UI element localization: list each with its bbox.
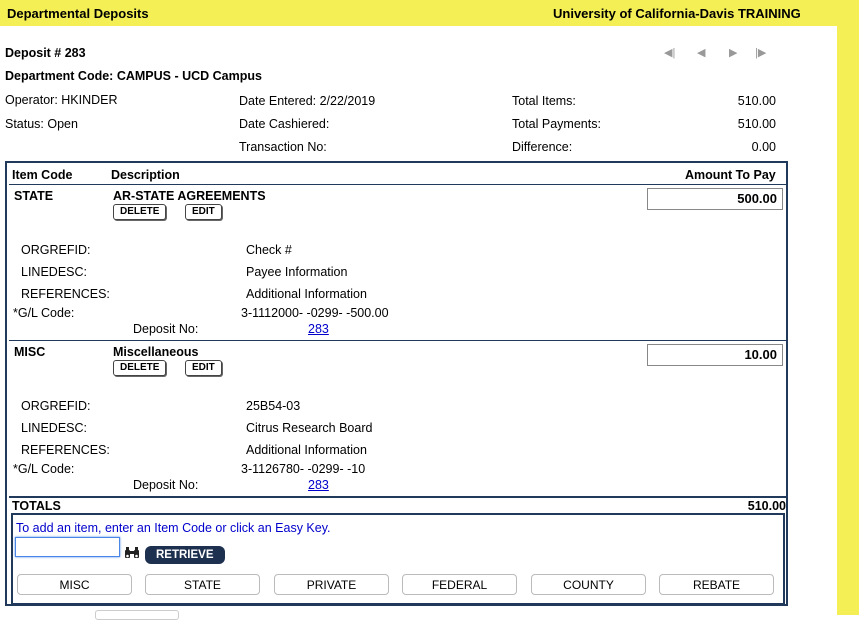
item-code: MISC <box>14 345 46 359</box>
app-title: Departmental Deposits <box>7 6 149 21</box>
references-label: REFERENCES: <box>21 287 110 301</box>
partial-bottom-button[interactable] <box>95 610 179 620</box>
first-record-icon[interactable]: ◀| <box>664 46 675 59</box>
retrieve-button[interactable]: RETRIEVE <box>145 546 225 564</box>
easy-key-private[interactable]: PRIVATE <box>274 574 389 595</box>
org-title: University of California-Davis TRAINING <box>553 6 801 21</box>
easy-key-federal[interactable]: FEDERAL <box>402 574 517 595</box>
orgrefid-label: ORGREFID: <box>21 243 91 257</box>
totals-value: 510.00 <box>747 499 786 513</box>
add-item-hint: To add an item, enter an Item Code or cl… <box>16 521 331 535</box>
references-value: Additional Information <box>246 443 367 457</box>
orgrefid-label: ORGREFID: <box>21 399 91 413</box>
edit-button[interactable]: EDIT <box>185 204 222 220</box>
total-items-value: 510.00 <box>737 94 776 108</box>
prev-record-icon[interactable]: ◀ <box>697 46 705 59</box>
orgrefid-value: 25B54-03 <box>246 399 301 413</box>
item-description: Miscellaneous <box>113 345 199 359</box>
date-cashiered: Date Cashiered: <box>239 117 330 131</box>
next-record-icon[interactable]: ▶ <box>729 46 737 59</box>
linedesc-value: Citrus Research Board <box>246 421 373 435</box>
easy-key-misc[interactable]: MISC <box>17 574 132 595</box>
delete-button[interactable]: DELETE <box>113 360 167 376</box>
deposit-number: Deposit # 283 <box>5 46 86 60</box>
operator: Operator: HKINDER <box>5 93 118 107</box>
linedesc-label: LINEDESC: <box>21 265 87 279</box>
amount-input[interactable]: 500.00 <box>647 188 783 210</box>
item-code: STATE <box>14 189 54 203</box>
right-yellow-strip <box>837 0 859 615</box>
references-label: REFERENCES: <box>21 443 110 457</box>
total-items-label: Total Items: <box>512 94 576 108</box>
totals-label: TOTALS <box>12 499 61 513</box>
orgrefid-value: Check # <box>246 243 292 257</box>
transaction-no: Transaction No: <box>239 140 327 154</box>
amount-input[interactable]: 10.00 <box>647 344 783 366</box>
col-item-code: Item Code <box>12 168 73 182</box>
difference-value: 0.00 <box>751 140 776 154</box>
gl-code-label: *G/L Code: <box>13 462 75 476</box>
linedesc-label: LINEDESC: <box>21 421 87 435</box>
deposit-no-link[interactable]: 283 <box>308 478 329 492</box>
col-amount: Amount To Pay <box>685 168 776 182</box>
easy-key-county[interactable]: COUNTY <box>531 574 646 595</box>
total-payments-value: 510.00 <box>737 117 776 131</box>
col-description: Description <box>111 168 180 182</box>
easy-key-state[interactable]: STATE <box>145 574 260 595</box>
header-divider <box>9 184 786 185</box>
date-entered: Date Entered: 2/22/2019 <box>239 94 376 108</box>
deposit-no-link[interactable]: 283 <box>308 322 329 336</box>
deposit-no-label: Deposit No: <box>133 478 199 492</box>
item-divider <box>9 340 786 341</box>
gl-code-label: *G/L Code: <box>13 306 75 320</box>
deposit-no-label: Deposit No: <box>133 322 199 336</box>
top-banner: Departmental Deposits University of Cali… <box>0 0 837 26</box>
edit-button[interactable]: EDIT <box>185 360 222 376</box>
references-value: Additional Information <box>246 287 367 301</box>
easy-key-rebate[interactable]: REBATE <box>659 574 774 595</box>
gl-code-value: 3-1126780- -0299- -10 <box>241 462 366 476</box>
item-description: AR-STATE AGREEMENTS <box>113 189 266 203</box>
difference-label: Difference: <box>512 140 573 154</box>
last-record-icon[interactable]: |▶ <box>755 46 766 59</box>
binoculars-icon[interactable] <box>124 547 140 562</box>
linedesc-value: Payee Information <box>246 265 348 279</box>
gl-code-value: 3-1112000- -0299- -500.00 <box>241 306 389 320</box>
delete-button[interactable]: DELETE <box>113 204 167 220</box>
item-code-input[interactable] <box>15 537 120 557</box>
department-code: Department Code: CAMPUS - UCD Campus <box>5 69 262 83</box>
totals-divider <box>9 496 786 498</box>
total-payments-label: Total Payments: <box>512 117 601 131</box>
status: Status: Open <box>5 117 78 131</box>
